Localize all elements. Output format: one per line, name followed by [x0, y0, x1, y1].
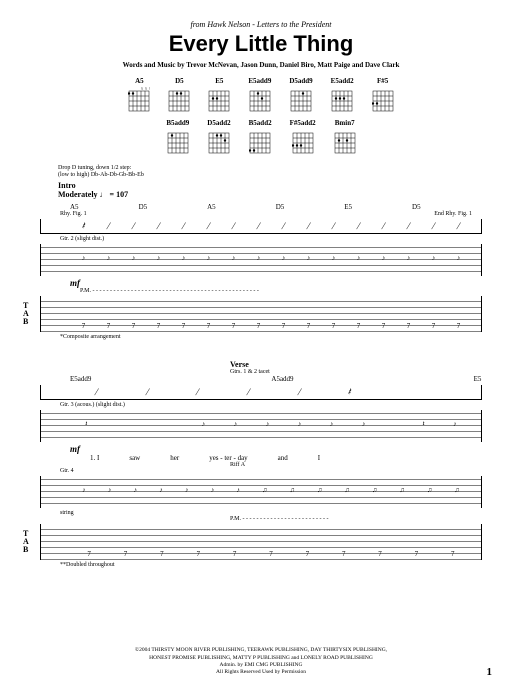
vocal-staff: 𝄽 ♪♪♪♪♪♪𝄽♪ — [40, 410, 482, 442]
lyric-line: 1. I saw her yes - ter - day and I — [90, 454, 492, 462]
chord-grid-icon: xxx — [128, 87, 150, 113]
chord-sequence: A5 D5 A5 D5 E5 D5 — [70, 203, 492, 211]
guitar-2-label: Gtr. 2 (slight dist.) — [60, 236, 492, 242]
tuning-note: Drop D tuning, down 1/2 step: (low to hi… — [58, 165, 492, 179]
guitar-3-label: Gtr. 3 (acous.) (slight dist.) — [60, 402, 492, 408]
chord-diagram: A5 xxx — [128, 77, 150, 113]
section-verse: Verse — [230, 360, 492, 369]
chord-diagram: D5 — [168, 77, 190, 113]
verse-system: Verse Gtrs. 1 & 2 tacet E5add9 A5add9 E5… — [30, 360, 492, 568]
tab-staff-2: TAB 7 7 7 7 7 7 7 7 7 7 7 — [40, 524, 482, 560]
song-title: Every Little Thing — [30, 31, 492, 57]
tab-label-icon: TAB — [23, 302, 29, 326]
dynamic-mf-2: mf — [70, 444, 492, 454]
chord-diagram: E5 — [208, 77, 230, 113]
notation-staff: ♪♪♪♪♪♪♪♪ ♪♪♪♪♪♪♪♪ — [40, 244, 482, 276]
chord-diagram: D5add2 — [207, 119, 230, 155]
chord-diagram: B5add2 — [249, 119, 272, 155]
chord-grid-icon — [249, 129, 271, 155]
source-prefix: from Hawk Nelson - — [191, 20, 257, 29]
source-album: Letters to the President — [257, 20, 332, 29]
copyright-block: ©2004 THIRSTY MOON RIVER PUBLISHING, TEE… — [0, 647, 522, 676]
section-intro: Intro — [58, 181, 492, 190]
gtr4-staff: ♪♪♪♪♪♪♪ ♫♫♫♫♫♫♫♫ — [40, 476, 482, 508]
svg-text:x: x — [149, 87, 150, 91]
chord-grid-icon — [208, 129, 230, 155]
rhythm-figure-label: Rhy. Fig. 1 End Rhy. Fig. 1 — [60, 211, 492, 217]
guitar-4-label: Gtr. 4 — [60, 468, 492, 474]
rhythm-slash-staff-2: //// /𝄽 — [40, 385, 482, 400]
chord-grid-icon — [167, 129, 189, 155]
chord-diagram: F#5add2 — [290, 119, 316, 155]
chord-grid-icon — [334, 129, 356, 155]
chord-diagram: B5add9 — [166, 119, 189, 155]
verse-chord-sequence: E5add9 A5add9 E5 — [70, 375, 492, 383]
chord-grid-icon — [290, 87, 312, 113]
credits-line: Words and Music by Trevor McNevan, Jason… — [30, 61, 492, 69]
chord-diagram-row-1: A5 xxx D5 E5 E5add9 D5add9 E5add2 F#5 — [30, 77, 492, 113]
dynamic-marking: mf — [70, 278, 492, 288]
tab-label-icon: TAB — [23, 530, 29, 554]
chord-diagram: E5add9 — [248, 77, 271, 113]
svg-text:x: x — [145, 87, 147, 91]
chord-grid-icon — [208, 87, 230, 113]
chord-grid-icon — [372, 87, 394, 113]
rhythm-slash-staff: 𝄽/// //// //// //// — [40, 219, 482, 234]
chord-grid-icon — [249, 87, 271, 113]
palm-mute-verse: P.M. - - - - - - - - - - - - - - - - - -… — [230, 516, 492, 522]
chord-diagram: F#5 — [372, 77, 394, 113]
intro-system: A5 D5 A5 D5 E5 D5 Rhy. Fig. 1 End Rhy. F… — [30, 203, 492, 340]
chord-diagram: D5add9 — [289, 77, 312, 113]
svg-text:x: x — [141, 87, 143, 91]
tab-staff: TAB 7 7 7 7 7 7 7 7 7 7 7 7 7 7 7 7 — [40, 296, 482, 332]
chord-diagram: Bmin7 — [334, 119, 356, 155]
palm-mute-line: P.M. - - - - - - - - - - - - - - - - - -… — [80, 288, 492, 294]
source-attribution: from Hawk Nelson - Letters to the Presid… — [30, 20, 492, 29]
chord-grid-icon — [168, 87, 190, 113]
footnote-doubled: **Doubled throughout — [60, 562, 492, 568]
chord-grid-icon — [292, 129, 314, 155]
chord-diagram: E5add2 — [331, 77, 354, 113]
chord-diagram-row-2: B5add9 D5add2 B5add2 F#5add2 Bmin7 — [30, 119, 492, 155]
footnote-composite: *Composite arrangement — [60, 334, 492, 340]
tempo-marking: Moderately ♩ = 107 — [58, 190, 492, 199]
chord-grid-icon — [331, 87, 353, 113]
page-number: 1 — [487, 666, 493, 678]
